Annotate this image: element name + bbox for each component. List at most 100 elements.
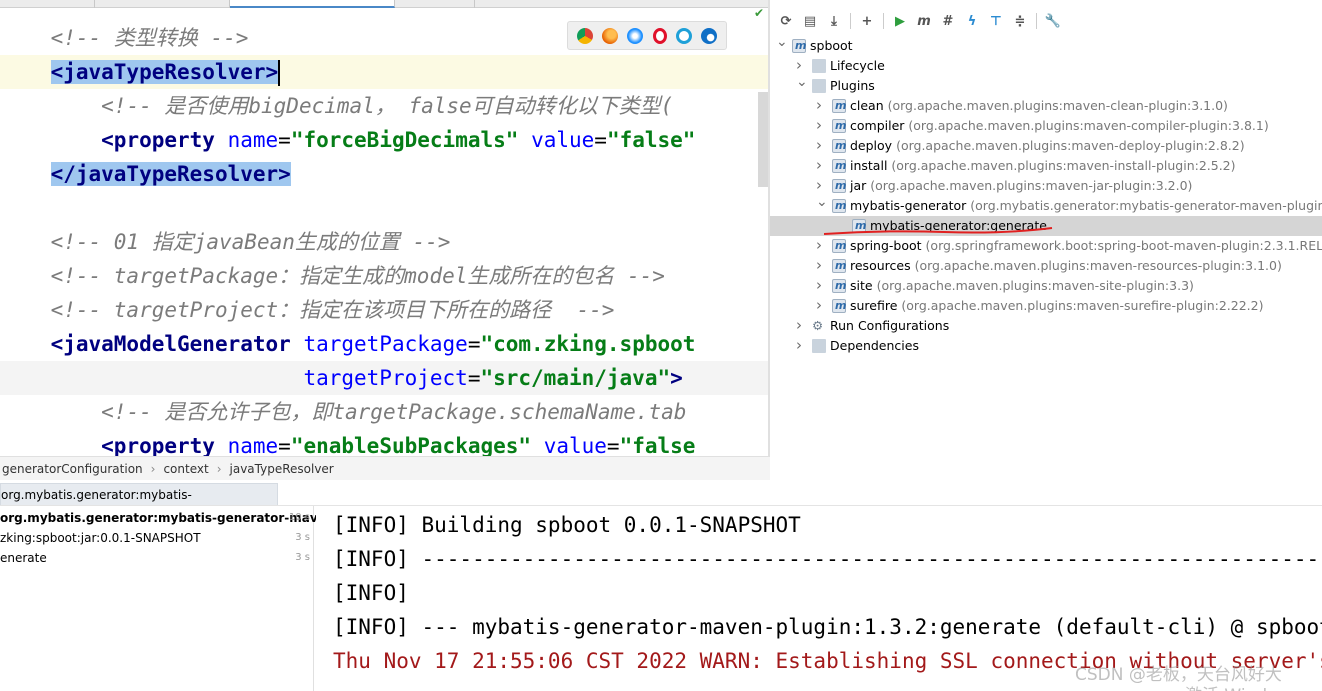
editor-scrollbar-thumb[interactable] bbox=[758, 92, 768, 187]
code-line: </javaTypeResolver> bbox=[0, 157, 768, 191]
tree-item-label: Run Configurations bbox=[830, 318, 950, 333]
tree-item-label: jar bbox=[850, 178, 867, 193]
run-tab[interactable]: org.mybatis.generator:mybatis-generator.… bbox=[0, 483, 278, 524]
chevron-right-icon[interactable]: › bbox=[816, 255, 822, 275]
breadcrumb-item[interactable]: javaTypeResolver bbox=[230, 462, 334, 476]
run-tree-label: zking:spboot:jar:0.0.1-SNAPSHOT bbox=[0, 531, 201, 545]
chevron-right-icon[interactable]: › bbox=[816, 155, 822, 175]
folder-icon bbox=[812, 59, 826, 73]
run-icon[interactable]: ▶ bbox=[890, 11, 910, 31]
maven-tree-item[interactable]: › site (org.apache.maven.plugins:maven-si… bbox=[770, 276, 1322, 296]
maven-tree-item[interactable]: › deploy (org.apache.maven.plugins:maven-… bbox=[770, 136, 1322, 156]
tree-item-label: compiler bbox=[850, 118, 905, 133]
maven-icon bbox=[832, 136, 846, 156]
opera-icon[interactable] bbox=[652, 27, 667, 44]
run-duration: 3 s bbox=[295, 532, 310, 543]
chevron-right-icon[interactable]: › bbox=[816, 115, 822, 135]
maven-tree-item[interactable]: › install (org.apache.maven.plugins:maven… bbox=[770, 156, 1322, 176]
plus-icon[interactable]: + bbox=[857, 11, 877, 31]
editor-tab[interactable] bbox=[95, 0, 230, 8]
ie-icon[interactable] bbox=[675, 27, 692, 44]
add-project-icon[interactable]: ▤ bbox=[800, 11, 820, 31]
maven-tree-item[interactable]: ›jar (org.apache.maven.plugins:maven-jar… bbox=[770, 176, 1322, 196]
folder-icon bbox=[812, 339, 826, 353]
breadcrumb-item[interactable]: generatorConfiguration bbox=[2, 462, 143, 476]
reload-icon[interactable]: ⟳ bbox=[776, 11, 796, 31]
maven-tree-item[interactable]: › compiler (org.apache.maven.plugins:mave… bbox=[770, 116, 1322, 136]
maven-goal-icon[interactable]: m bbox=[914, 11, 934, 31]
tree-item-label: resources bbox=[850, 258, 911, 273]
maven-tree-item[interactable]: › ⚙ Run Configurations bbox=[770, 316, 1322, 336]
maven-icon bbox=[832, 296, 846, 316]
gear-icon: ⚙ bbox=[812, 318, 824, 333]
code-token: "src/main/java" bbox=[480, 366, 671, 390]
run-tree-item[interactable]: zking:spboot:jar:0.0.1-SNAPSHOT 3 s bbox=[0, 528, 314, 548]
code-line: <!-- 01 指定javaBean生成的位置 --> bbox=[0, 225, 768, 259]
code-line: <property name="enableSubPackages" value… bbox=[0, 429, 768, 456]
tree-item-label: Plugins bbox=[830, 78, 875, 93]
breadcrumb-item[interactable]: context bbox=[163, 462, 208, 476]
code-token: = bbox=[606, 434, 620, 456]
toolbar-separator bbox=[1036, 13, 1037, 29]
tree-collapse-icon[interactable]: ⊤ bbox=[986, 11, 1006, 31]
download-icon[interactable]: ⤓ bbox=[824, 11, 844, 31]
code-token: "forceBigDecimals" bbox=[290, 128, 519, 152]
collapse-icon[interactable]: ≑ bbox=[1010, 11, 1030, 31]
code-editor[interactable]: <!-- 类型转换 --> <javaTypeResolver> <!-- 是否… bbox=[0, 8, 768, 456]
chevron-right-icon[interactable]: › bbox=[816, 235, 822, 255]
maven-tree-item[interactable]: ⌄ mybatis-generator (org.mybatis.generato… bbox=[770, 194, 1322, 216]
chevron-right-icon[interactable]: › bbox=[816, 295, 822, 315]
safari-icon[interactable] bbox=[627, 27, 644, 44]
tree-item-detail: (org.springframework.boot:spring-boot-ma… bbox=[925, 238, 1322, 253]
chevron-right-icon[interactable]: › bbox=[796, 315, 802, 335]
maven-icon bbox=[832, 276, 846, 296]
maven-toolbar: ⟳ ▤ ⤓ + ▶ m # ϟ ⊤ ≑ 🔧 bbox=[770, 8, 1322, 34]
maven-tree-item[interactable]: ⌄ spboot bbox=[770, 34, 1322, 56]
maven-tree-item[interactable]: ⌄ Plugins bbox=[770, 74, 1322, 96]
tree-item-detail: (org.apache.maven.plugins:maven-jar-plug… bbox=[870, 178, 1193, 193]
toggle-offline-icon[interactable]: # bbox=[938, 11, 958, 31]
lightning-icon[interactable]: ϟ bbox=[962, 11, 982, 31]
run-tree-item[interactable]: org.mybatis.generator:mybatis-generator-… bbox=[0, 508, 318, 528]
maven-tree-item[interactable]: › Lifecycle bbox=[770, 56, 1322, 76]
maven-tree-item[interactable]: › Dependencies bbox=[770, 336, 1322, 356]
edge-icon[interactable] bbox=[701, 27, 718, 44]
code-token: "enableSubPackages" bbox=[290, 434, 532, 456]
maven-icon bbox=[792, 36, 806, 56]
chevron-down-icon[interactable]: ⌄ bbox=[776, 32, 788, 52]
run-tree-item[interactable]: enerate 3 s bbox=[0, 548, 314, 568]
browser-preview-toolbar bbox=[567, 21, 727, 50]
editor-tab[interactable] bbox=[395, 0, 475, 8]
chevron-right-icon[interactable]: › bbox=[796, 335, 802, 355]
code-line: <property name="forceBigDecimals" value=… bbox=[0, 123, 768, 157]
chevron-right-icon[interactable]: › bbox=[816, 135, 822, 155]
maven-icon bbox=[832, 156, 846, 176]
tree-item-label: mybatis-generator bbox=[850, 198, 967, 213]
code-token: name bbox=[227, 128, 279, 152]
code-token: <!-- 是否使用bigDecimal， false可自动转化以下类型( bbox=[101, 94, 674, 118]
editor-tab[interactable] bbox=[0, 0, 95, 8]
maven-tree-item[interactable]: › resources (org.apache.maven.plugins:mav… bbox=[770, 256, 1322, 276]
maven-icon bbox=[832, 116, 846, 136]
chevron-down-icon[interactable]: ⌄ bbox=[796, 72, 808, 92]
maven-tree-item[interactable]: › clean (org.apache.maven.plugins:maven-c… bbox=[770, 96, 1322, 116]
chevron-right-icon[interactable]: › bbox=[816, 95, 822, 115]
code-token: <!-- targetPackage：指定生成的model生成所在的包名 --> bbox=[50, 264, 665, 288]
chevron-right-icon[interactable]: › bbox=[816, 275, 822, 295]
editor-tab-active[interactable] bbox=[230, 0, 395, 8]
code-token: = bbox=[278, 434, 291, 456]
tree-item-label: Lifecycle bbox=[830, 58, 885, 73]
tree-item-label: install bbox=[850, 158, 888, 173]
maven-tree-item[interactable]: › surefire (org.apache.maven.plugins:mave… bbox=[770, 296, 1322, 316]
firefox-icon[interactable] bbox=[601, 27, 618, 44]
chrome-icon[interactable] bbox=[576, 27, 593, 44]
chevron-down-icon[interactable]: ⌄ bbox=[816, 192, 828, 212]
wrench-icon[interactable]: 🔧 bbox=[1043, 11, 1063, 31]
